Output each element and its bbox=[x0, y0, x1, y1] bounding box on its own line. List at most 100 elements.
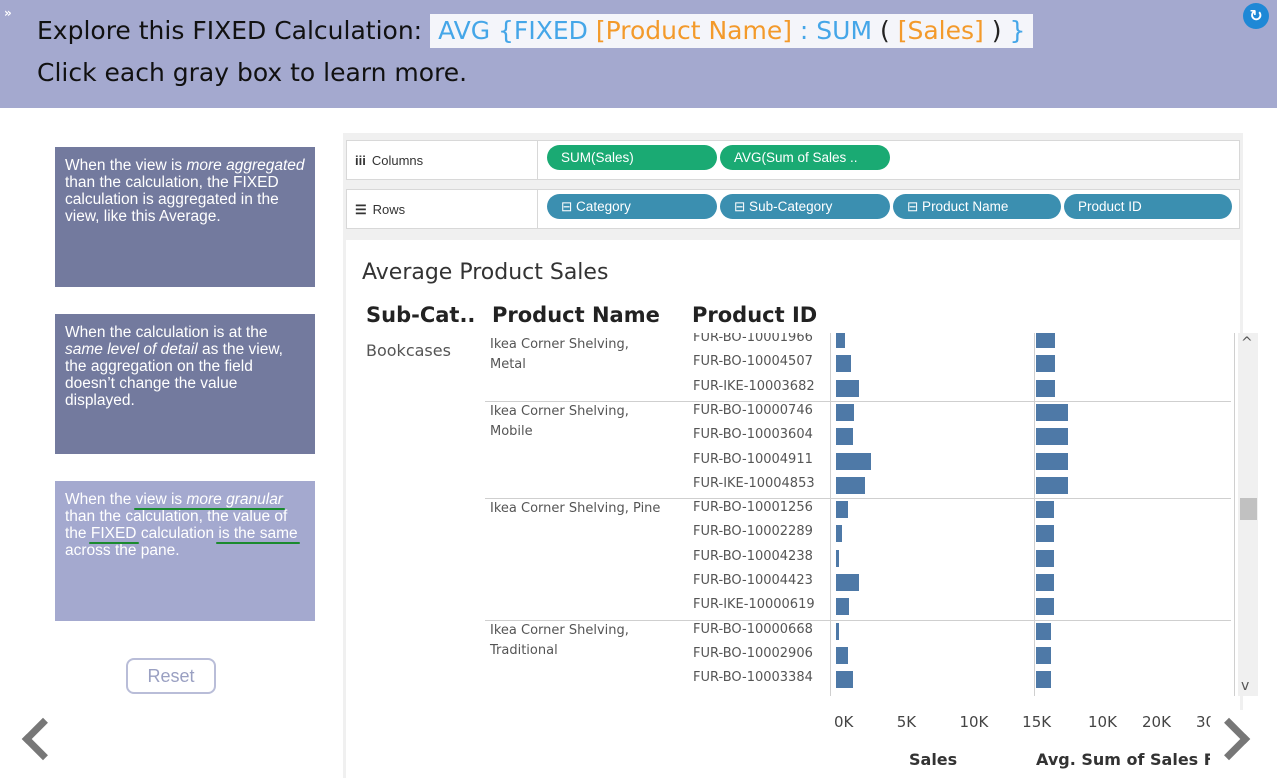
avg-sales-bar[interactable] bbox=[1036, 452, 1068, 470]
avg-sales-bar[interactable] bbox=[1036, 622, 1051, 640]
note-more-aggregated[interactable]: When the view is more aggregated than th… bbox=[55, 147, 315, 287]
sales-bar[interactable] bbox=[836, 622, 839, 640]
product-id-label[interactable]: FUR-IKE-10000619 bbox=[693, 597, 815, 612]
header-product-id[interactable]: Product ID bbox=[692, 303, 817, 327]
sales-bar[interactable] bbox=[836, 646, 848, 664]
sales-bar[interactable] bbox=[836, 355, 852, 373]
banner-title: Explore this FIXED Calculation: AVG {FIXE… bbox=[37, 14, 1034, 48]
banner-subtitle: Click each gray box to learn more. bbox=[37, 58, 468, 87]
pill-product-name[interactable]: ⊟ Product Name bbox=[893, 194, 1061, 219]
product-name-label[interactable]: Ikea Corner Shelving, Pine bbox=[490, 501, 660, 516]
sales-bar[interactable] bbox=[836, 403, 854, 421]
sales-bar[interactable] bbox=[836, 501, 848, 519]
rows-shelf[interactable]: ☰ Rows ⊟ Category ⊟ Sub-Category ⊟ Produc… bbox=[346, 189, 1240, 229]
product-id-label[interactable]: FUR-BO-10002906 bbox=[693, 646, 813, 661]
avg-sales-bar[interactable] bbox=[1036, 379, 1055, 397]
note-same-level[interactable]: When the calculation is at the same leve… bbox=[55, 314, 315, 454]
avg-sales-bar[interactable] bbox=[1036, 476, 1068, 494]
formula-close: } bbox=[1009, 16, 1026, 45]
note2-emphasis: same level of detail bbox=[65, 341, 198, 358]
avg-sales-bar[interactable] bbox=[1036, 574, 1054, 591]
scroll-thumb[interactable] bbox=[1240, 498, 1257, 520]
chevron-right-icon bbox=[1207, 717, 1251, 761]
header-sub-category[interactable]: Sub-Cat.. bbox=[366, 303, 475, 327]
avg-sales-bar[interactable] bbox=[1036, 501, 1054, 519]
product-id-label[interactable]: FUR-BO-10003604 bbox=[693, 427, 813, 442]
product-id-label[interactable]: FUR-BO-10004238 bbox=[693, 549, 813, 564]
avg-sales-bar[interactable] bbox=[1036, 598, 1054, 616]
header-banner: » Explore this FIXED Calculation: AVG {FI… bbox=[0, 0, 1277, 108]
product-id-label[interactable]: FUR-BO-10001256 bbox=[693, 500, 813, 515]
product-id-label[interactable]: FUR-BO-10004423 bbox=[693, 573, 813, 588]
sales-bar[interactable] bbox=[836, 379, 860, 397]
product-name-label[interactable]: Ikea Corner Shelving, bbox=[490, 404, 629, 419]
formula-product-name: [Product Name] bbox=[595, 16, 792, 45]
sales-axis-title: Sales bbox=[909, 750, 958, 769]
scroll-down-icon[interactable]: v bbox=[1241, 678, 1249, 694]
avg-sales-bar[interactable] bbox=[1036, 549, 1054, 567]
columns-shelf[interactable]: iii Columns SUM(Sales) AVG(Sum of Sales .… bbox=[346, 140, 1240, 180]
product-id-label[interactable]: FUR-IKE-10004853 bbox=[693, 476, 815, 491]
scroll-up-icon[interactable]: ^ bbox=[1241, 335, 1253, 351]
sales-bar[interactable] bbox=[836, 525, 843, 543]
avg-sales-bar[interactable] bbox=[1036, 428, 1068, 446]
avg-sales-bar[interactable] bbox=[1036, 333, 1055, 348]
product-id-label[interactable]: FUR-BO-10004911 bbox=[693, 452, 813, 467]
product-name-label[interactable]: Traditional bbox=[490, 643, 558, 658]
sales-bar[interactable] bbox=[836, 452, 871, 470]
expand-icon[interactable]: » bbox=[4, 6, 20, 22]
columns-shelf-label: iii Columns bbox=[355, 153, 423, 168]
product-id-label[interactable]: FUR-BO-10001966 bbox=[693, 333, 813, 345]
product-id-label[interactable]: FUR-BO-10000668 bbox=[693, 622, 813, 637]
note3-text-h: across the pane. bbox=[65, 542, 180, 559]
columns-label: Columns bbox=[371, 153, 424, 168]
product-name-label[interactable]: Ikea Corner Shelving, bbox=[490, 337, 629, 352]
avg-sales-bar[interactable] bbox=[1036, 671, 1051, 689]
next-button[interactable] bbox=[1207, 710, 1277, 778]
reset-button[interactable]: Reset bbox=[126, 658, 216, 694]
avg-sales-bar[interactable] bbox=[1036, 525, 1054, 543]
sales-bar[interactable] bbox=[836, 671, 853, 689]
pill-sum-sales[interactable]: SUM(Sales) bbox=[547, 145, 717, 170]
previous-button[interactable] bbox=[0, 710, 78, 778]
product-name-label[interactable]: Mobile bbox=[490, 424, 533, 439]
product-id-label[interactable]: FUR-IKE-10003682 bbox=[693, 379, 815, 394]
pill-avg-sum-sales[interactable]: AVG(Sum of Sales .. bbox=[720, 145, 890, 170]
avg-sales-bar[interactable] bbox=[1036, 646, 1051, 664]
product-name-label[interactable]: Ikea Corner Shelving, bbox=[490, 623, 629, 638]
note3-underline-granular: more granular bbox=[186, 491, 283, 508]
header-product-name[interactable]: Product Name bbox=[492, 303, 660, 327]
avg-sales-bar[interactable] bbox=[1036, 355, 1055, 373]
formula-box: AVG {FIXED [Product Name] : SUM ( [Sales… bbox=[430, 14, 1034, 48]
pane-divider bbox=[1034, 333, 1035, 696]
sales-bar[interactable] bbox=[836, 598, 849, 616]
pill-product-id[interactable]: Product ID bbox=[1064, 194, 1232, 219]
refresh-icon[interactable]: ↻ bbox=[1243, 3, 1269, 29]
avg-sales-bar[interactable] bbox=[1036, 403, 1068, 421]
product-id-label[interactable]: FUR-BO-10004507 bbox=[693, 354, 813, 369]
group-divider bbox=[485, 498, 1231, 500]
note1-emphasis: more aggregated bbox=[186, 157, 305, 174]
title-prefix: Explore this FIXED Calculation: bbox=[37, 16, 423, 45]
formula-avg: AVG bbox=[438, 16, 491, 45]
sales-bar[interactable] bbox=[836, 428, 853, 446]
rows-icon: ☰ bbox=[355, 202, 367, 217]
sales-bar[interactable] bbox=[836, 333, 845, 348]
note3-underline-fixed: FIXED bbox=[90, 525, 137, 542]
product-id-label[interactable]: FUR-BO-10000746 bbox=[693, 403, 813, 418]
formula-lparen: ( bbox=[879, 16, 890, 45]
shelves-panel: iii Columns SUM(Sales) AVG(Sum of Sales .… bbox=[343, 133, 1243, 237]
sales-bar[interactable] bbox=[836, 476, 866, 494]
product-name-label[interactable]: Metal bbox=[490, 357, 526, 372]
pill-sub-category[interactable]: ⊟ Sub-Category bbox=[720, 194, 890, 219]
subcat-bookcases[interactable]: Bookcases bbox=[366, 341, 451, 360]
sales-bar[interactable] bbox=[836, 574, 860, 591]
avg-axis-tick: 20K bbox=[1142, 713, 1171, 731]
formula-fixed: {FIXED bbox=[498, 16, 588, 45]
product-id-label[interactable]: FUR-BO-10002289 bbox=[693, 524, 813, 539]
product-id-label[interactable]: FUR-BO-10003384 bbox=[693, 670, 813, 685]
note-more-granular[interactable]: When the view is more granular than the … bbox=[55, 481, 315, 621]
pill-category[interactable]: ⊟ Category bbox=[547, 194, 717, 219]
sales-bar[interactable] bbox=[836, 549, 839, 567]
pane-divider bbox=[830, 333, 831, 696]
